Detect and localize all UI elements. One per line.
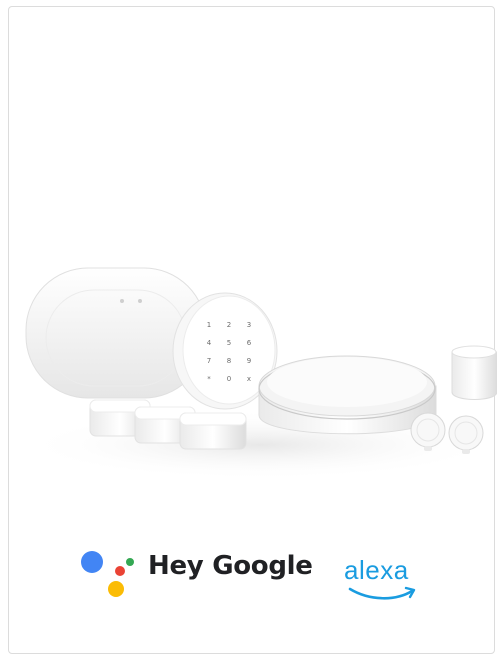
alexa-logo: alexa — [344, 543, 424, 605]
google-dot-green — [126, 558, 134, 566]
keypad-key: 1 — [207, 321, 211, 329]
keypad-key: 0 — [227, 375, 231, 383]
keypad-key: 3 — [247, 321, 251, 329]
google-assistant-icon — [81, 551, 134, 597]
assistant-logos: Hey Google alexa — [78, 543, 438, 605]
keypad-key: x — [247, 375, 251, 383]
google-dot-yellow — [108, 581, 124, 597]
keypad-key: * — [207, 375, 211, 383]
hub-device — [258, 355, 437, 435]
keypad-key: 2 — [227, 321, 231, 329]
keypad-key: 5 — [227, 339, 231, 347]
google-dot-blue — [81, 551, 103, 573]
keypad-key: 7 — [207, 357, 211, 365]
keypad-key: 9 — [247, 357, 251, 365]
google-dot-red — [115, 566, 125, 576]
hey-google-label: Hey Google — [148, 551, 313, 581]
keypad-key: 8 — [227, 357, 231, 365]
alexa-label: alexa — [344, 555, 409, 585]
keypad-key: 6 — [247, 339, 252, 347]
keypad-key: 4 — [207, 339, 212, 347]
motion-sensor — [451, 345, 497, 400]
alexa-smile-icon — [348, 586, 416, 600]
